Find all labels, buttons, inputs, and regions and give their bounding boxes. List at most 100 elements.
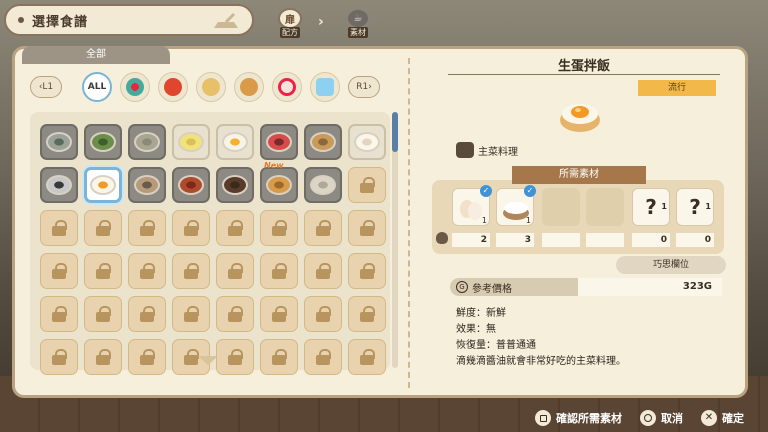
price-row: G 參考價格 323G (450, 278, 722, 296)
recipe-slot-locked[interactable] (84, 339, 122, 375)
recipe-slot[interactable] (40, 124, 78, 160)
recipe-slot-locked[interactable] (216, 210, 254, 246)
recipe-slot[interactable] (84, 124, 122, 160)
recipe-slot-locked[interactable] (216, 339, 254, 375)
recipe-slot[interactable] (304, 167, 342, 203)
recovery-text: 恢復量：普普通通 (456, 340, 536, 351)
recipe-slot[interactable] (40, 167, 78, 203)
recipe-slot-selected[interactable] (84, 167, 122, 203)
tab-cake[interactable] (272, 72, 302, 102)
recipe-slot-locked[interactable] (260, 339, 298, 375)
recipe-slot[interactable] (304, 124, 342, 160)
tab-all[interactable]: ALL (82, 72, 112, 102)
recipe-slot-locked[interactable] (304, 339, 342, 375)
recipe-slot[interactable] (128, 167, 166, 203)
category-tabs: ‹ L1 ALL R1 › (30, 72, 380, 104)
recipe-slot-locked[interactable] (128, 253, 166, 289)
recipe-slot[interactable] (128, 124, 166, 160)
recipe-slot[interactable] (172, 124, 210, 160)
material-required: 1 (525, 216, 531, 225)
lock-icon (96, 306, 111, 322)
recipe-slot-locked[interactable] (40, 253, 78, 289)
recipe-type-label: 主菜料理 (478, 146, 518, 158)
recipe-slot-locked[interactable] (216, 296, 254, 332)
material-slot-egg[interactable]: ✓ 1 (452, 185, 492, 226)
material-slot-unknown[interactable]: ? 1 (676, 188, 714, 226)
lock-icon (360, 349, 375, 365)
material-slot-unknown[interactable]: ? 1 (632, 188, 670, 226)
material-have-count (542, 233, 580, 247)
material-slot-rice[interactable]: ✓ 1 (496, 185, 536, 226)
recipe-slot-locked[interactable] (128, 296, 166, 332)
cancel-button[interactable]: 取消 (640, 410, 683, 426)
recipe-slot-locked[interactable] (260, 296, 298, 332)
next-category-button[interactable]: R1 › (348, 76, 380, 98)
recipe-slot-locked[interactable] (128, 339, 166, 375)
lock-icon (228, 263, 243, 279)
dish-icon (354, 132, 380, 152)
recipe-slot-locked[interactable] (304, 253, 342, 289)
recipe-slot-locked[interactable] (216, 253, 254, 289)
scroll-down-icon[interactable] (198, 356, 218, 365)
lock-icon (316, 306, 331, 322)
recipe-slot[interactable] (216, 124, 254, 160)
l1-label: L1 (42, 82, 54, 92)
recipe-slot-locked[interactable] (172, 296, 210, 332)
tab-drink[interactable] (310, 72, 340, 102)
tab-main-dish[interactable] (234, 72, 264, 102)
recipe-slot-locked[interactable] (304, 296, 342, 332)
tab-curry[interactable] (196, 72, 226, 102)
recipe-slot-locked[interactable] (84, 210, 122, 246)
confirm-materials-button[interactable]: 確認所需素材 (535, 410, 622, 426)
recipe-slot-locked[interactable] (348, 253, 386, 289)
recipe-slot-locked[interactable] (84, 296, 122, 332)
recipe-grid: New (30, 112, 390, 375)
prev-category-button[interactable]: ‹ L1 (30, 76, 62, 98)
dish-icon (90, 132, 116, 152)
circle-button-icon (640, 410, 656, 426)
recipe-slot[interactable] (348, 124, 386, 160)
recipe-slot-locked[interactable] (40, 339, 78, 375)
recipe-slot-locked[interactable] (128, 210, 166, 246)
tab-soup[interactable] (158, 72, 188, 102)
scrollbar[interactable] (392, 112, 398, 368)
lock-icon (272, 220, 287, 236)
recipe-slot-locked[interactable] (348, 339, 386, 375)
recipe-slot-locked[interactable] (260, 210, 298, 246)
step-material-label: 素材 (348, 27, 368, 38)
step-recipe-button[interactable]: 扉 配方 (276, 8, 304, 38)
cross-button-icon: ✕ (701, 410, 717, 426)
recipe-slot-locked[interactable] (40, 296, 78, 332)
dish-icon (134, 175, 160, 195)
recipe-slot-locked[interactable] (260, 253, 298, 289)
recipe-slot-locked[interactable] (348, 210, 386, 246)
lock-icon (96, 263, 111, 279)
skill-slot-tag: 巧思欄位 (616, 256, 726, 274)
recipe-slot[interactable] (216, 167, 254, 203)
curry-icon (202, 78, 220, 96)
recipe-slot[interactable] (260, 124, 298, 160)
lock-icon (52, 220, 67, 236)
recipe-slot-locked[interactable] (84, 253, 122, 289)
lock-icon (360, 177, 375, 193)
price-value: 323G (578, 278, 722, 296)
scroll-thumb[interactable] (392, 112, 398, 152)
confirm-button[interactable]: ✕ 確定 (701, 410, 744, 426)
recipe-slot-locked[interactable] (172, 210, 210, 246)
recipe-slot-locked[interactable] (172, 253, 210, 289)
tab-salad[interactable] (120, 72, 150, 102)
recipe-slot[interactable] (172, 167, 210, 203)
step-material-button[interactable]: ☕ 素材 (344, 8, 372, 38)
main-dish-icon (240, 78, 258, 96)
recipe-slot-locked[interactable] (40, 210, 78, 246)
title-bullet (18, 17, 24, 23)
effect-text: 效果：無 (456, 324, 496, 335)
recipe-slot-locked[interactable] (348, 167, 386, 203)
dish-icon (178, 132, 204, 152)
recipe-slot-locked[interactable] (348, 296, 386, 332)
material-have-count: 3 (496, 233, 534, 247)
lock-icon (360, 306, 375, 322)
recipe-slot-locked[interactable] (304, 210, 342, 246)
bag-icon (436, 232, 448, 244)
recipe-slot[interactable]: New (260, 161, 298, 203)
